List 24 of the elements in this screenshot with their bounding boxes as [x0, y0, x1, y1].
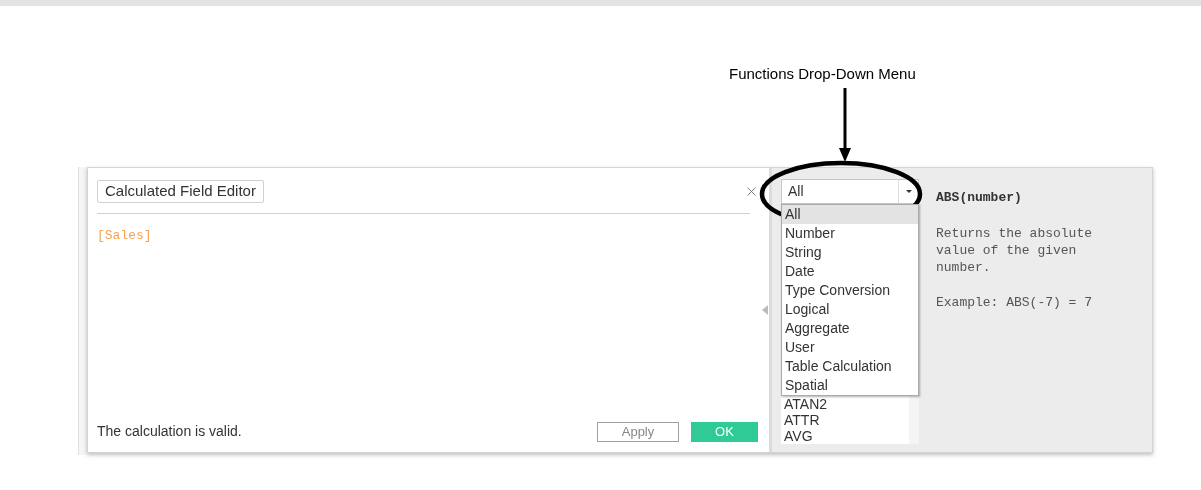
menu-item[interactable]: All — [782, 205, 918, 224]
menu-item[interactable]: String — [782, 243, 918, 262]
arrow-icon — [838, 88, 852, 162]
menu-item[interactable]: Spatial — [782, 376, 918, 395]
close-button[interactable] — [744, 184, 759, 199]
function-item[interactable]: ATAN2 — [781, 396, 909, 412]
function-signature: ABS(number) — [936, 189, 1023, 207]
annotation-label: Functions Drop-Down Menu — [729, 64, 916, 84]
menu-item[interactable]: Aggregate — [782, 319, 918, 338]
function-item[interactable]: AVG — [781, 428, 909, 444]
title-field[interactable]: Calculated Field Editor — [97, 180, 264, 203]
function-example: Example: ABS(-7) = 7 — [936, 293, 1094, 312]
function-description: Returns the absolute value of the given number. — [936, 224, 1094, 276]
category-select[interactable]: All — [781, 179, 919, 204]
function-item[interactable]: ATTR — [781, 412, 909, 428]
menu-item[interactable]: Date — [782, 262, 918, 281]
menu-item[interactable]: Number — [782, 224, 918, 243]
menu-item[interactable]: Logical — [782, 300, 918, 319]
menu-item[interactable]: Table Calculation — [782, 357, 918, 376]
menu-item[interactable]: Type Conversion — [782, 281, 918, 300]
apply-button[interactable]: Apply — [597, 421, 679, 442]
status-text: The calculation is valid. — [97, 422, 242, 441]
menu-item[interactable]: User — [782, 338, 918, 357]
caret-icon — [905, 190, 912, 193]
